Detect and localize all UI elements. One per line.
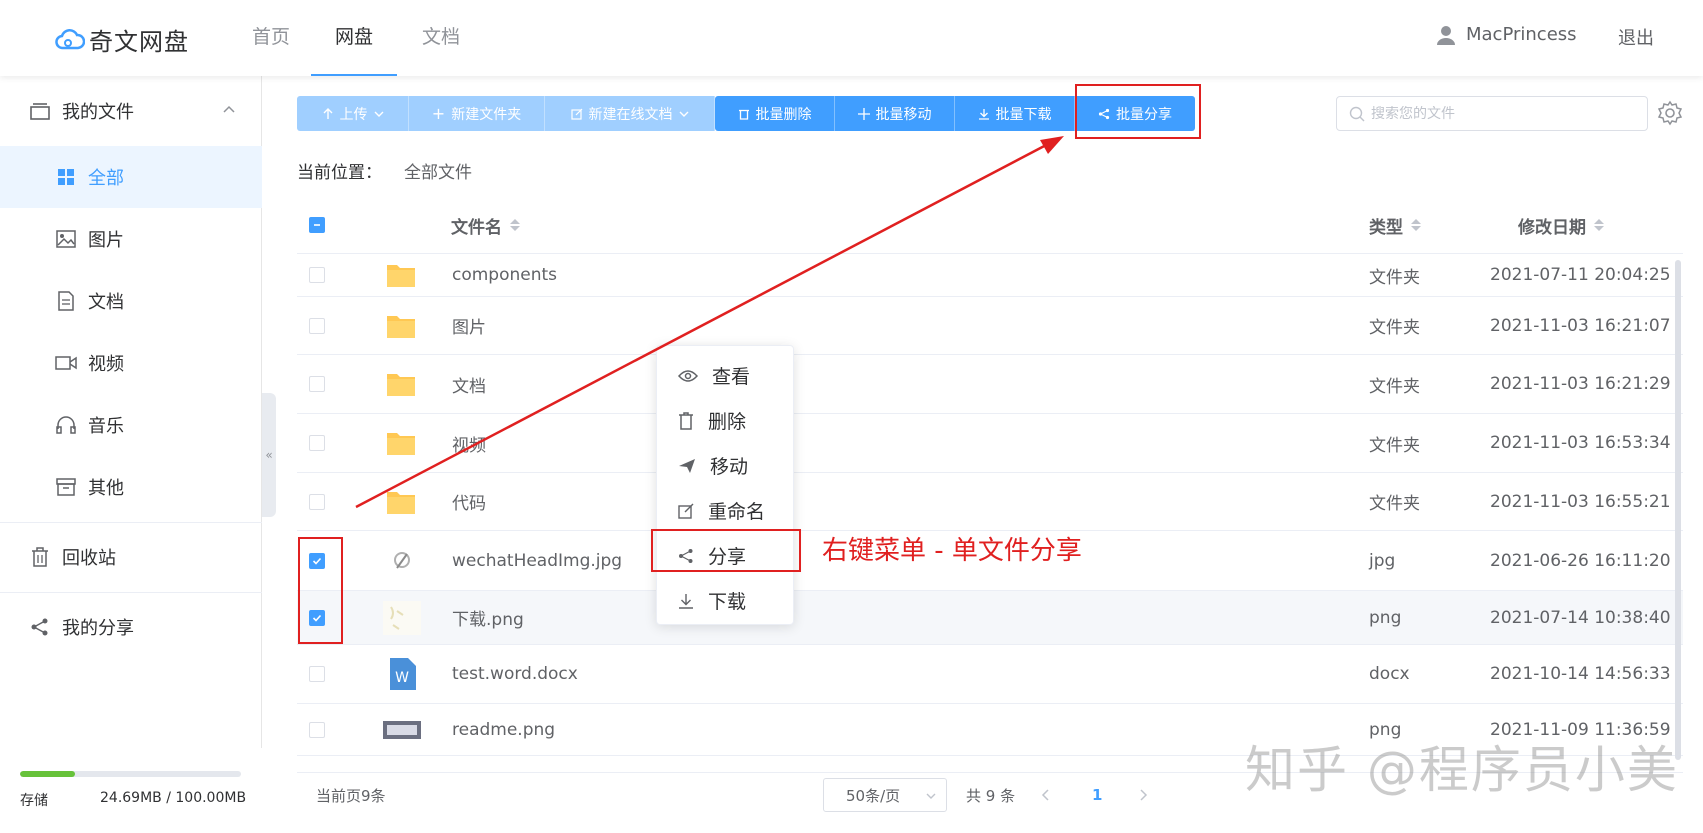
watermark: 知乎 @程序员小美 [1245, 741, 1679, 799]
annotation-box-batch-share [1075, 84, 1201, 139]
annotation-label: 右键菜单 - 单文件分享 [822, 536, 1082, 566]
annotation-box-selected-rows [298, 537, 343, 644]
annotation-arrow [355, 136, 1064, 509]
annotation-box-context-share [651, 529, 801, 572]
